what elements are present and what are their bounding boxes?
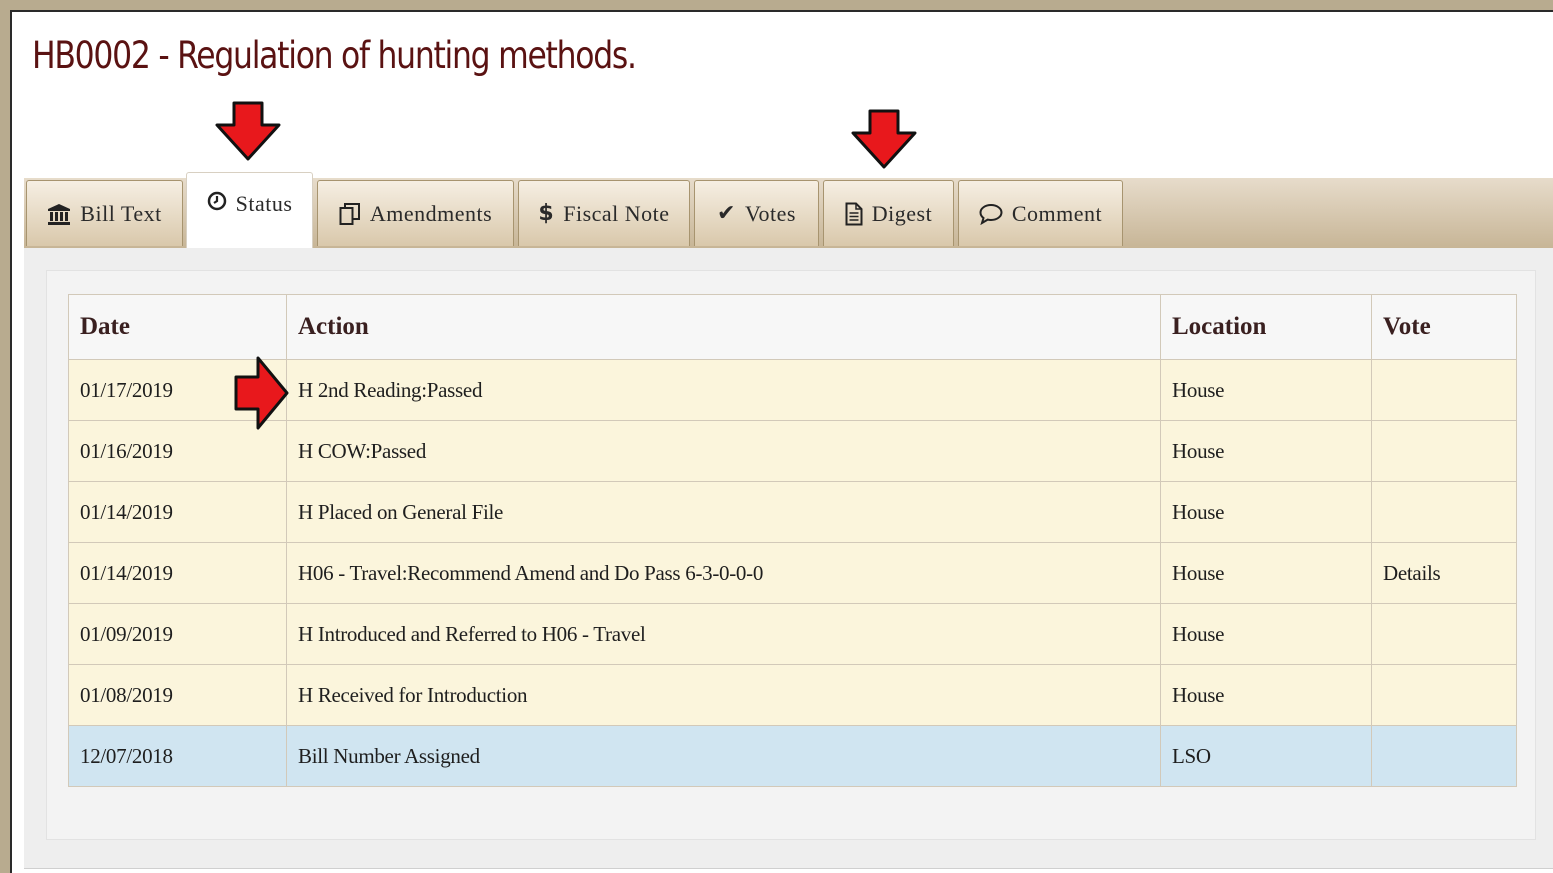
speech-bubble-icon bbox=[979, 203, 1003, 225]
annotation-arrow-down-icon bbox=[851, 109, 917, 169]
tab-label: Fiscal Note bbox=[563, 200, 670, 226]
row-location: House bbox=[1160, 542, 1372, 604]
row-location: House bbox=[1160, 359, 1372, 421]
table-row: 01/14/2019 H06 - Travel:Recommend Amend … bbox=[68, 542, 1517, 604]
row-location: LSO bbox=[1160, 725, 1372, 787]
row-action: H Received for Introduction bbox=[286, 664, 1161, 726]
row-action: Bill Number Assigned bbox=[286, 725, 1161, 787]
row-vote bbox=[1371, 481, 1517, 543]
annotation-arrow-down-icon bbox=[215, 101, 281, 161]
row-vote bbox=[1371, 420, 1517, 482]
row-vote bbox=[1371, 664, 1517, 726]
tab-digest[interactable]: Digest bbox=[823, 180, 954, 246]
row-date: 01/14/2019 bbox=[68, 542, 287, 604]
tab-label: Digest bbox=[871, 200, 933, 226]
tab-comment[interactable]: Comment bbox=[958, 180, 1123, 246]
annotation-arrow-right-icon bbox=[234, 356, 289, 430]
tab-label: Amendments bbox=[369, 200, 493, 226]
column-header-location: Location bbox=[1160, 294, 1372, 360]
row-location: House bbox=[1160, 603, 1372, 665]
vote-details-link[interactable]: Details bbox=[1371, 542, 1517, 604]
row-date: 01/09/2019 bbox=[68, 603, 287, 665]
bank-icon bbox=[47, 203, 71, 225]
row-action: H Introduced and Referred to H06 - Trave… bbox=[286, 603, 1161, 665]
column-header-date: Date bbox=[68, 294, 287, 360]
row-action: H Placed on General File bbox=[286, 481, 1161, 543]
row-vote bbox=[1371, 603, 1517, 665]
row-action: H 2nd Reading:Passed bbox=[286, 359, 1161, 421]
tab-amendments[interactable]: Amendments bbox=[317, 180, 514, 246]
document-icon bbox=[845, 202, 863, 226]
row-vote bbox=[1371, 725, 1517, 787]
tab-status[interactable]: Status bbox=[186, 172, 313, 248]
tab-fiscal-note[interactable]: $ Fiscal Note bbox=[518, 180, 690, 246]
row-action: H06 - Travel:Recommend Amend and Do Pass… bbox=[286, 542, 1161, 604]
tab-votes[interactable]: ✔ Votes bbox=[694, 180, 819, 246]
check-icon: ✔ bbox=[717, 201, 736, 226]
table-row: 01/08/2019 H Received for Introduction H… bbox=[68, 664, 1517, 726]
column-header-vote: Vote bbox=[1371, 294, 1517, 360]
table-row-highlighted: 12/07/2018 Bill Number Assigned LSO bbox=[68, 725, 1517, 787]
row-action: H COW:Passed bbox=[286, 420, 1161, 482]
row-date: 12/07/2018 bbox=[68, 725, 287, 787]
copy-icon bbox=[339, 202, 361, 226]
row-location: House bbox=[1160, 420, 1372, 482]
table-row: 01/09/2019 H Introduced and Referred to … bbox=[68, 603, 1517, 665]
clock-icon bbox=[207, 191, 227, 211]
dollar-icon: $ bbox=[538, 201, 555, 226]
row-vote bbox=[1371, 359, 1517, 421]
tab-label: Comment bbox=[1011, 200, 1103, 226]
row-date: 01/14/2019 bbox=[68, 481, 287, 543]
table-header-row: Date Action Location Vote bbox=[68, 294, 1517, 360]
row-date: 01/08/2019 bbox=[68, 664, 287, 726]
tab-label: Status bbox=[235, 191, 293, 216]
status-content: Date Action Location Vote 01/17/2019 H 2… bbox=[24, 248, 1553, 869]
tab-label: Bill Text bbox=[80, 200, 162, 226]
tab-bill-text[interactable]: Bill Text bbox=[26, 180, 183, 246]
row-location: House bbox=[1160, 481, 1372, 543]
column-header-action: Action bbox=[286, 294, 1161, 360]
tab-label: Votes bbox=[744, 200, 796, 226]
table-row: 01/14/2019 H Placed on General File Hous… bbox=[68, 481, 1517, 543]
page-frame: HB0002 - Regulation of hunting methods. … bbox=[10, 10, 1553, 873]
row-location: House bbox=[1160, 664, 1372, 726]
page-title: HB0002 - Regulation of hunting methods. bbox=[32, 34, 637, 77]
